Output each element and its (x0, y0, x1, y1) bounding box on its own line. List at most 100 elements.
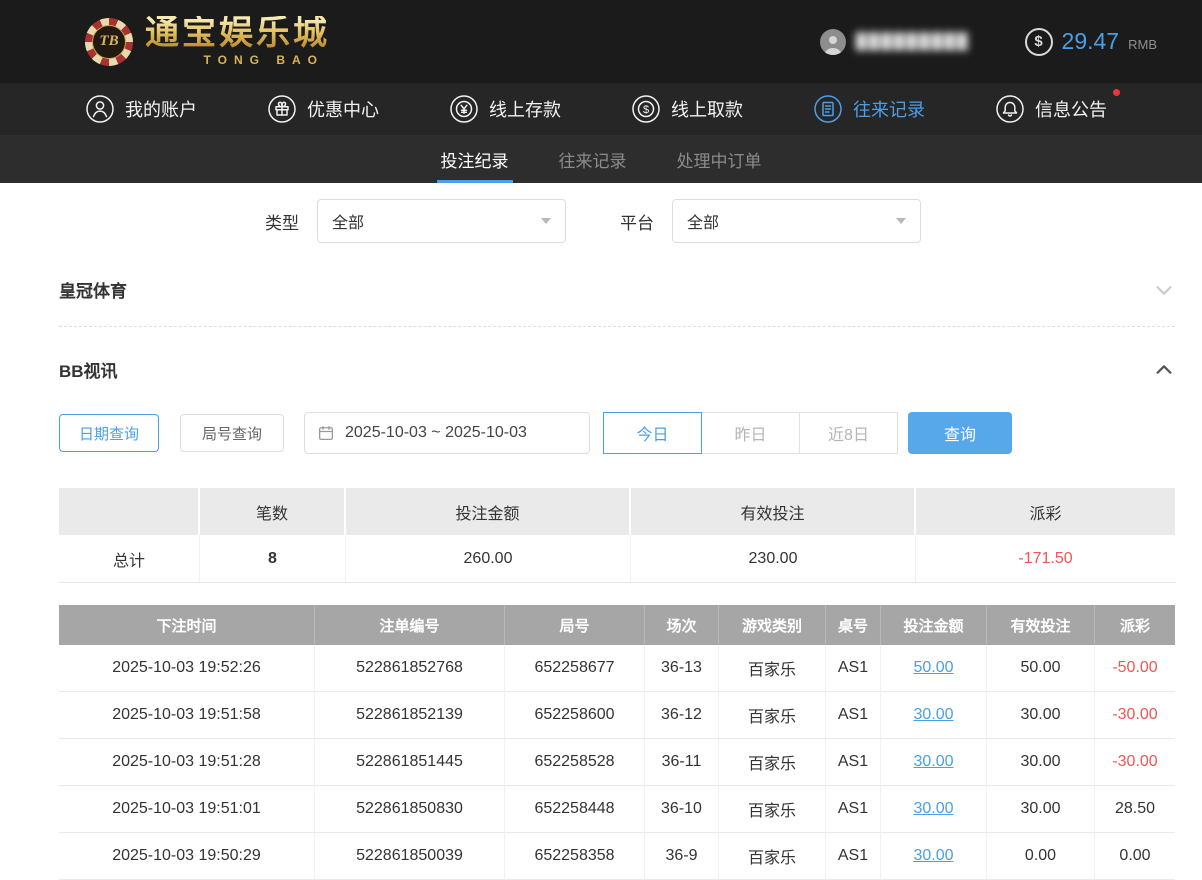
summary-count: 8 (200, 535, 346, 583)
brand-text: 通宝娱乐城 TONG BAO (145, 14, 330, 66)
balance-currency: RMB (1128, 36, 1157, 52)
topbar: TB 通宝娱乐城 TONG BAO █████████ $ 29.47 RMB (0, 0, 1202, 83)
cell-round: 652258358 (505, 833, 645, 880)
summary-header-bet-amount: 投注金额 (346, 488, 631, 535)
tab-bet-records[interactable]: 投注纪录 (436, 135, 513, 183)
summary-header-payout: 派彩 (916, 488, 1175, 535)
chevron-down-icon (541, 218, 551, 224)
cell-valid-bet: 30.00 (987, 692, 1095, 739)
nav-online-withdraw[interactable]: $ 线上取款 (631, 94, 743, 124)
summary-valid-bet: 230.00 (631, 535, 916, 583)
cell-table: AS1 (826, 833, 881, 880)
cell-session: 36-10 (645, 786, 719, 833)
cell-table: AS1 (826, 645, 881, 692)
summary-header-valid-bet: 有效投注 (631, 488, 916, 535)
nav-label: 信息公告 (1035, 100, 1107, 120)
yesterday-button[interactable]: 昨日 (701, 412, 800, 454)
col-header-game-type: 游戏类别 (719, 605, 826, 645)
summary-payout: -171.50 (916, 535, 1175, 583)
cell-bet-id: 522861850830 (315, 786, 505, 833)
nav-label: 优惠中心 (307, 100, 379, 120)
cell-bet-id: 522861852139 (315, 692, 505, 739)
cell-bet-amount-link[interactable]: 50.00 (881, 645, 987, 692)
nav-transaction-records[interactable]: 往来记录 (813, 94, 925, 124)
summary-header-count: 笔数 (200, 488, 346, 535)
user-icon (85, 94, 115, 124)
cell-time: 2025-10-03 19:52:26 (59, 645, 315, 692)
date-range-value: 2025-10-03 ~ 2025-10-03 (345, 424, 527, 441)
today-button[interactable]: 今日 (603, 412, 702, 454)
cell-time: 2025-10-03 19:51:01 (59, 786, 315, 833)
tab-transaction-records[interactable]: 往来记录 (555, 135, 631, 183)
nav-label: 往来记录 (853, 100, 925, 120)
nav-label: 我的账户 (125, 100, 197, 120)
cell-bet-id: 522861850039 (315, 833, 505, 880)
tab-pending-orders[interactable]: 处理中订单 (673, 135, 766, 183)
coin-dollar-icon: $ (631, 94, 661, 124)
cell-valid-bet: 30.00 (987, 786, 1095, 833)
last-8-days-button[interactable]: 近8日 (799, 412, 898, 454)
tab-label: 投注纪录 (440, 151, 509, 171)
cell-game: 百家乐 (719, 786, 826, 833)
cell-game: 百家乐 (719, 833, 826, 880)
calendar-icon (317, 424, 335, 442)
coin-yuan-icon (449, 94, 479, 124)
cell-bet-amount-link[interactable]: 30.00 (881, 786, 987, 833)
section-bb-video: BB视讯 (59, 357, 1175, 382)
nav-announcements[interactable]: 信息公告 (995, 89, 1120, 124)
platform-select-value: 全部 (687, 215, 720, 232)
nav-my-account[interactable]: 我的账户 (85, 94, 197, 124)
records-icon (813, 94, 843, 124)
section-title: BB视讯 (59, 362, 118, 381)
brand-logo: TB 通宝娱乐城 TONG BAO (85, 14, 330, 67)
cell-session: 36-9 (645, 833, 719, 880)
cell-bet-amount-link[interactable]: 30.00 (881, 739, 987, 786)
cell-session: 36-11 (645, 739, 719, 786)
username-blurred: █████████ (855, 33, 970, 50)
tab-label: 往来记录 (558, 151, 627, 171)
col-header-valid-bet: 有效投注 (987, 605, 1095, 645)
cell-round: 652258448 (505, 786, 645, 833)
chevron-down-icon[interactable] (1153, 279, 1175, 301)
platform-select[interactable]: 全部 (672, 199, 921, 243)
type-select[interactable]: 全部 (317, 199, 566, 243)
type-select-value: 全部 (332, 215, 365, 232)
nav-online-deposit[interactable]: 线上存款 (449, 94, 561, 124)
section-crown-sports: 皇冠体育 (59, 277, 1175, 302)
balance[interactable]: $ 29.47 RMB (1024, 27, 1157, 56)
cell-bet-amount-link[interactable]: 30.00 (881, 692, 987, 739)
section-title: 皇冠体育 (59, 282, 127, 301)
bell-icon (995, 94, 1025, 124)
balance-amount: 29.47 (1061, 28, 1120, 54)
chevron-up-icon[interactable] (1153, 359, 1175, 381)
bet-records-table: 下注时间 注单编号 局号 场次 游戏类别 桌号 投注金额 有效投注 派彩 202… (59, 605, 1175, 880)
notification-dot (1113, 89, 1120, 96)
dollar-icon: $ (1024, 27, 1053, 56)
cell-time: 2025-10-03 19:50:29 (59, 833, 315, 880)
main-content: 类型 全部 平台 全部 皇冠体育 BB视讯 日期查询 局号查询 2025-10-… (0, 199, 1202, 880)
round-query-button[interactable]: 局号查询 (180, 414, 284, 452)
search-button[interactable]: 查询 (908, 412, 1012, 454)
brand-name: 通宝娱乐城 (145, 14, 330, 53)
nav-promo-center[interactable]: 优惠中心 (267, 94, 379, 124)
user-info[interactable]: █████████ (819, 28, 970, 55)
query-toolbar: 日期查询 局号查询 2025-10-03 ~ 2025-10-03 今日 昨日 … (59, 412, 1175, 454)
cell-time: 2025-10-03 19:51:28 (59, 739, 315, 786)
date-range-input[interactable]: 2025-10-03 ~ 2025-10-03 (304, 412, 590, 454)
nav-label: 线上存款 (489, 100, 561, 120)
nav-label: 线上取款 (671, 100, 743, 120)
cell-bet-amount-link[interactable]: 30.00 (881, 833, 987, 880)
cell-bet-id: 522861852768 (315, 645, 505, 692)
summary-total-label: 总计 (59, 535, 200, 583)
cell-time: 2025-10-03 19:51:58 (59, 692, 315, 739)
svg-text:$: $ (643, 104, 649, 116)
cell-valid-bet: 0.00 (987, 833, 1095, 880)
cell-game: 百家乐 (719, 645, 826, 692)
date-query-button[interactable]: 日期查询 (59, 414, 159, 452)
cell-table: AS1 (826, 786, 881, 833)
chevron-down-icon (896, 218, 906, 224)
brand-badge: TB (92, 24, 126, 59)
summary-header-blank (59, 488, 200, 535)
col-header-bet-amount: 投注金额 (881, 605, 987, 645)
col-header-time: 下注时间 (59, 605, 315, 645)
